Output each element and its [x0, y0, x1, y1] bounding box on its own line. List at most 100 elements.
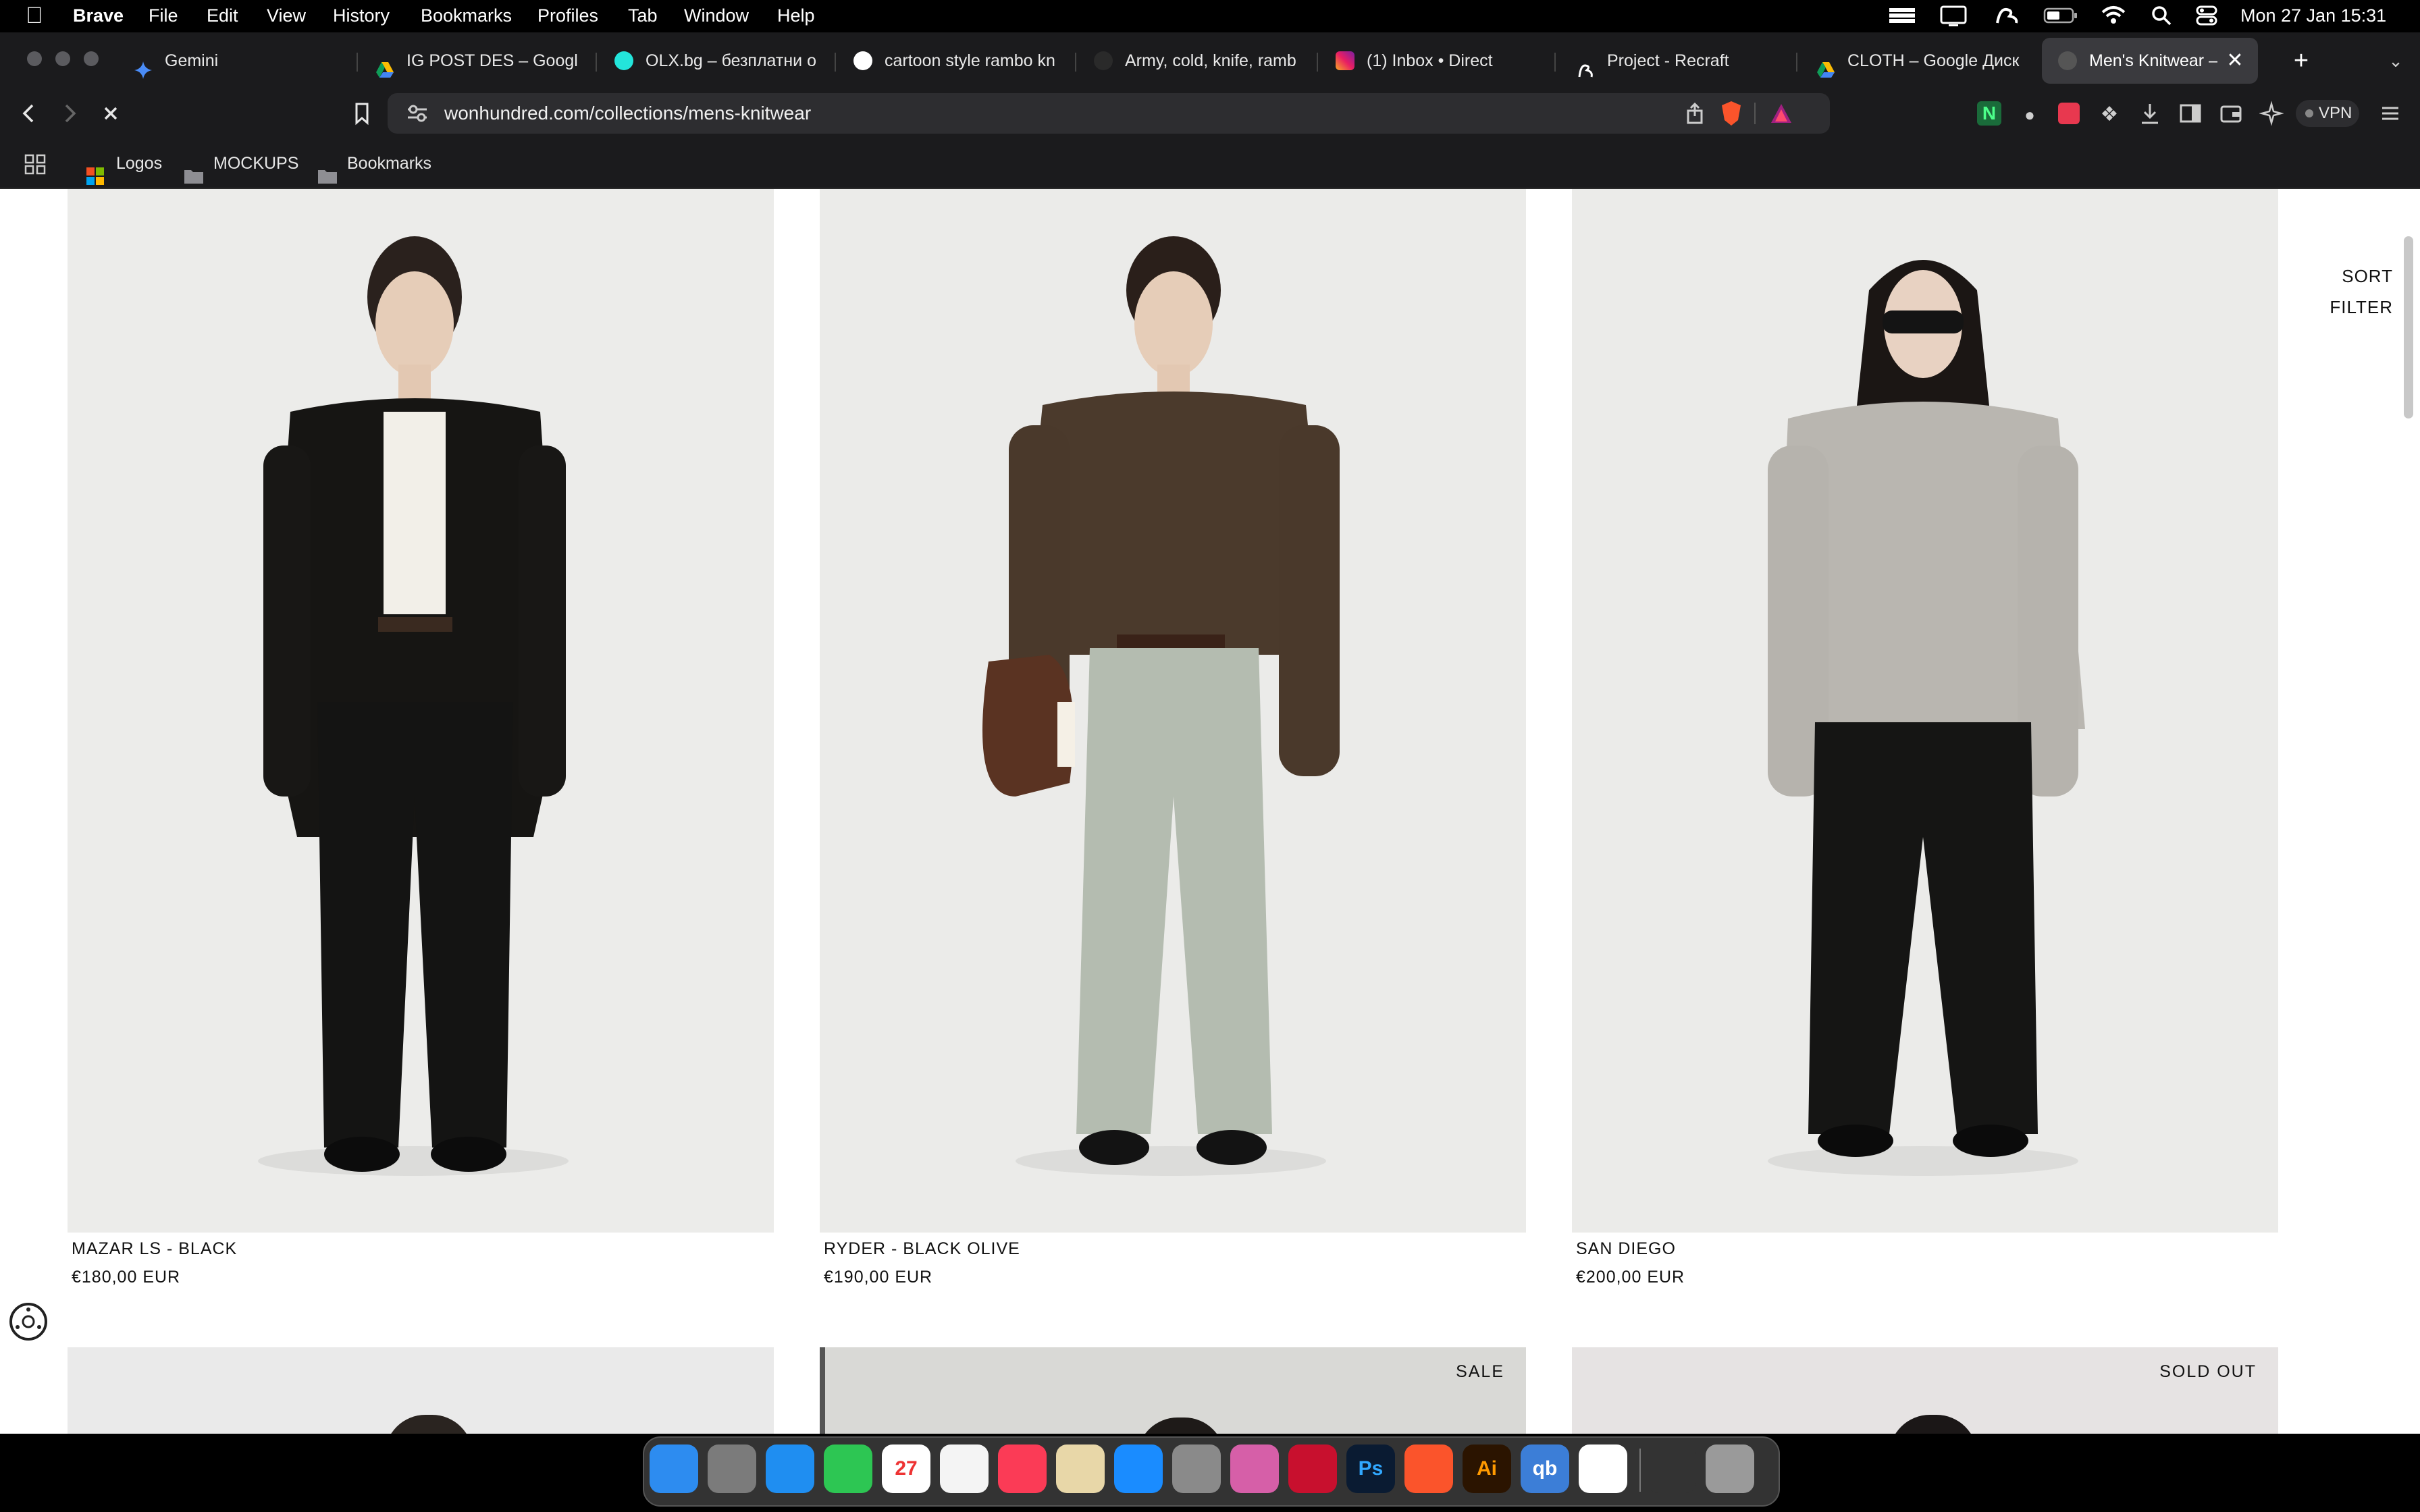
product-card[interactable]: MAZAR LS - BLACK €180,00 EUR	[68, 189, 774, 1296]
sidebar-toggle-icon[interactable]	[2178, 100, 2203, 133]
brave-icon[interactable]	[1404, 1444, 1453, 1493]
bookmark-folder-bookmarks[interactable]: Bookmarks	[317, 139, 431, 188]
url-text[interactable]: wonhundred.com/collections/mens-knitwear	[444, 93, 811, 134]
apple-icon[interactable]: 	[26, 0, 43, 31]
calendar-icon[interactable]: 27	[882, 1444, 930, 1493]
accessibility-widget-icon[interactable]	[9, 1303, 47, 1341]
brave-rewards-icon[interactable]	[1769, 101, 1793, 129]
address-bar[interactable]: wonhundred.com/collections/mens-knitwear	[388, 93, 1830, 134]
stack-icon[interactable]	[1888, 0, 1916, 31]
clock-datetime[interactable]: Mon 27 Jan 15:31	[2240, 0, 2386, 31]
extension-pin-icon[interactable]: ●	[2018, 101, 2042, 128]
product-name[interactable]: MAZAR LS - BLACK	[72, 1239, 237, 1259]
dock-icon-label: Ai	[1477, 1457, 1497, 1480]
screen-window-icon[interactable]	[1648, 1444, 1696, 1493]
product-image[interactable]	[820, 189, 1526, 1233]
bookmark-icon[interactable]	[348, 100, 375, 133]
site-settings-icon[interactable]	[405, 101, 429, 129]
extensions-puzzle-icon[interactable]: ❖	[2097, 101, 2122, 128]
display-icon[interactable]	[1939, 0, 1968, 31]
product-name[interactable]: SAN DIEGO	[1576, 1239, 1676, 1259]
app-store-icon[interactable]	[1114, 1444, 1163, 1493]
web-page: MAZAR LS - BLACK €180,00 EUR RYDER - BLA…	[0, 189, 2420, 1434]
spotlight-search-icon[interactable]	[2150, 0, 2173, 31]
product-image[interactable]	[68, 1347, 774, 1434]
product-card[interactable]: RYDER - BLACK OLIVE €190,00 EUR	[820, 189, 1526, 1296]
filter-button[interactable]: FILTER	[2309, 297, 2393, 318]
tab-cloth-drive[interactable]: CLOTH – Google Диск	[1816, 38, 2031, 84]
tab-title: CLOTH – Google Диск	[1847, 51, 2020, 70]
main-menu-icon[interactable]	[2377, 100, 2404, 133]
photo-app-icon[interactable]	[1230, 1444, 1279, 1493]
window-zoom-button[interactable]	[84, 51, 99, 66]
finder-icon[interactable]	[650, 1444, 698, 1493]
tab-title: OLX.bg – безплатни о	[646, 51, 816, 70]
tab-gemini[interactable]: Gemini	[134, 38, 350, 84]
leo-ai-icon[interactable]	[2259, 100, 2284, 133]
safari-icon[interactable]	[766, 1444, 814, 1493]
app-menu-brave[interactable]: Brave	[73, 0, 124, 31]
battery-icon	[2043, 0, 2078, 31]
product-name[interactable]: RYDER - BLACK OLIVE	[824, 1239, 1020, 1259]
bookmark-logos[interactable]: Logos	[86, 139, 162, 188]
tab-mens-knitwear[interactable]: Men's Knitwear – ✕	[2042, 38, 2258, 84]
tab-cartoon-search[interactable]: cartoon style rambo kn	[853, 38, 1063, 84]
sort-button[interactable]: SORT	[2323, 266, 2393, 287]
menu-edit[interactable]: Edit	[207, 0, 238, 31]
trash-icon[interactable]	[1706, 1444, 1754, 1493]
tab-ig-post-des[interactable]: IG POST DES – Google	[375, 38, 578, 84]
tab-olx[interactable]: OLX.bg – безплатни о	[614, 38, 822, 84]
aperture-app-icon[interactable]	[1288, 1444, 1337, 1493]
qbittorrent-icon[interactable]: qb	[1521, 1444, 1569, 1493]
facetime-icon[interactable]	[824, 1444, 872, 1493]
back-button[interactable]	[16, 100, 43, 133]
product-image[interactable]: SOLD OUT	[1572, 1347, 2278, 1434]
illustrator-icon[interactable]: Ai	[1463, 1444, 1511, 1493]
apps-grid-icon[interactable]	[22, 150, 49, 183]
vpn-label: VPN	[2319, 104, 2352, 122]
brave-shields-icon[interactable]	[1719, 100, 1743, 130]
wallet-icon[interactable]	[2219, 100, 2243, 133]
menu-history[interactable]: History	[333, 0, 390, 31]
menu-profiles[interactable]: Profiles	[537, 0, 598, 31]
extension-n-icon[interactable]: N	[1977, 101, 2001, 126]
vpn-button[interactable]: VPN	[2296, 100, 2359, 127]
scrollbar-thumb[interactable]	[2404, 236, 2413, 418]
photoshop-icon[interactable]: Ps	[1346, 1444, 1395, 1493]
site-icon	[2058, 51, 2077, 70]
freeform-icon[interactable]	[1579, 1444, 1627, 1493]
bookmark-folder-mockups[interactable]: MOCKUPS	[184, 139, 298, 188]
menu-file[interactable]: File	[149, 0, 178, 31]
reminders-icon[interactable]	[940, 1444, 989, 1493]
share-icon[interactable]	[1683, 101, 1707, 129]
control-center-icon[interactable]	[2194, 0, 2219, 31]
stop-loading-button[interactable]	[97, 100, 124, 133]
menu-view[interactable]: View	[267, 0, 306, 31]
product-image[interactable]	[1572, 189, 2278, 1233]
music-icon[interactable]	[998, 1444, 1047, 1493]
extension-red-icon[interactable]	[2058, 103, 2080, 124]
preview-icon[interactable]	[1056, 1444, 1105, 1493]
menu-help[interactable]: Help	[777, 0, 815, 31]
system-settings-icon[interactable]	[1172, 1444, 1221, 1493]
menu-tab[interactable]: Tab	[628, 0, 658, 31]
product-card[interactable]: SAN DIEGO €200,00 EUR	[1572, 189, 2278, 1296]
product-image[interactable]: SALE	[820, 1347, 1526, 1434]
window-close-button[interactable]	[27, 51, 42, 66]
google-drive-icon	[375, 51, 394, 78]
forward-button[interactable]	[55, 100, 82, 133]
wifi-icon[interactable]	[2100, 0, 2127, 31]
downloads-icon[interactable]	[2138, 100, 2162, 133]
tab-army-knife[interactable]: Army, cold, knife, ramb	[1094, 38, 1296, 84]
close-tab-icon[interactable]: ✕	[2224, 38, 2246, 84]
menu-window[interactable]: Window	[684, 0, 749, 31]
new-tab-button[interactable]: +	[2288, 47, 2315, 74]
window-minimize-button[interactable]	[55, 51, 70, 66]
launchpad-icon[interactable]	[708, 1444, 756, 1493]
recraft-status-icon[interactable]	[1993, 0, 2020, 31]
product-image[interactable]	[68, 189, 774, 1233]
tab-recraft-project[interactable]: Project - Recraft	[1576, 38, 1779, 84]
tab-instagram-inbox[interactable]: (1) Inbox • Direct	[1336, 38, 1538, 84]
menu-bookmarks[interactable]: Bookmarks	[421, 0, 512, 31]
tab-list-chevron-icon[interactable]: ⌄	[2382, 47, 2409, 74]
